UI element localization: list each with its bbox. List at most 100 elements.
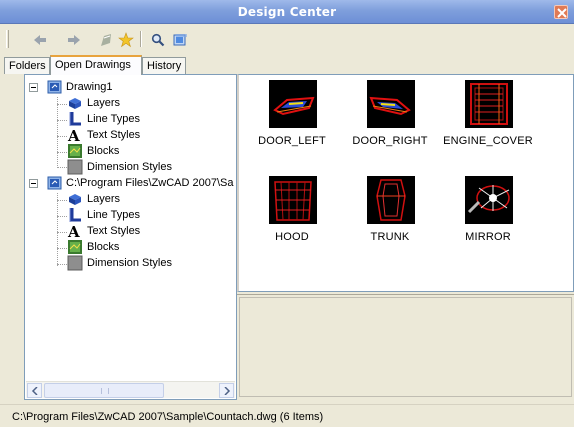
tab-open-drawings[interactable]: Open Drawings — [50, 55, 142, 75]
status-bar: C:\Program Files\ZwCAD 2007\Sample\Count… — [0, 404, 574, 427]
tree-connector — [57, 152, 67, 153]
drawing-file-icon — [47, 175, 63, 191]
tree-connector — [57, 97, 58, 166]
back-arrow-icon — [34, 35, 46, 45]
tree-item-label: Line Types — [87, 113, 141, 125]
design-center-window: Design Center Folders Open Drawings Hist… — [0, 0, 574, 427]
block-label: ENGINE_COVER — [443, 135, 533, 147]
block-thumbnail — [465, 80, 513, 128]
tree-item-label: Line Types — [87, 209, 141, 221]
block-item-mirror[interactable]: MIRROR — [435, 171, 535, 251]
tab-label: Open Drawings — [55, 59, 131, 71]
tree-connector — [57, 167, 67, 168]
content-area: DOOR_LEFT DOOR_RIGHT ENGINE_COVER HOOD T… — [237, 74, 574, 292]
layers-icon — [67, 191, 83, 207]
forward-arrow-icon — [68, 35, 80, 45]
toolbar-separator — [140, 31, 142, 47]
tree-item-label: Layers — [87, 193, 121, 205]
svg-text:A: A — [67, 223, 80, 239]
tree-connector — [57, 232, 67, 233]
tree-connector — [57, 216, 67, 217]
close-icon — [557, 8, 567, 18]
block-item-door-left[interactable]: DOOR_LEFT — [239, 75, 339, 155]
scroll-left-button[interactable] — [27, 383, 42, 398]
tab-label: History — [147, 60, 182, 72]
block-label: HOOD — [275, 231, 309, 243]
tree-item-text-styles[interactable]: A Text Styles — [67, 223, 235, 241]
block-label: MIRROR — [465, 231, 511, 243]
tree-item-label: Text Styles — [87, 129, 141, 141]
block-thumbnail — [367, 176, 415, 224]
block-item-engine-cover[interactable]: ENGINE_COVER — [435, 75, 535, 155]
tree-node-label: C:\Program Files\ZwCAD 2007\Sa — [66, 177, 234, 189]
tab-label: Folders — [9, 60, 46, 72]
tree-node-label: Drawing1 — [66, 81, 113, 93]
tree-item-dimension-styles[interactable]: Dimension Styles — [67, 159, 235, 175]
tree-item-text-styles[interactable]: A Text Styles — [67, 127, 235, 145]
tree-item-label: Dimension Styles — [87, 161, 172, 173]
scroll-right-button[interactable] — [219, 383, 234, 398]
tree-item-dimension-styles[interactable]: Dimension Styles — [67, 255, 235, 271]
tree-item-blocks[interactable]: Blocks — [67, 239, 235, 255]
drawing-file-icon — [47, 79, 63, 95]
back-button[interactable] — [30, 30, 50, 50]
line-types-icon — [67, 111, 83, 127]
tree-connector — [57, 264, 67, 265]
block-thumbnail — [367, 80, 415, 128]
favorites-icon — [118, 32, 134, 48]
block-label: DOOR_LEFT — [258, 135, 326, 147]
svg-text:A: A — [67, 127, 80, 143]
favorites-button[interactable] — [116, 30, 136, 50]
search-button[interactable] — [148, 30, 168, 50]
chevron-right-icon — [224, 387, 231, 395]
tab-history[interactable]: History — [142, 57, 186, 74]
blocks-icon — [67, 239, 83, 255]
tree-connector — [57, 248, 67, 249]
tree-item-line-types[interactable]: Line Types — [67, 111, 235, 127]
block-label: TRUNK — [370, 231, 410, 243]
tree-item-label: Blocks — [87, 145, 120, 157]
tree-node-drawing1[interactable]: Drawing1 — [45, 79, 235, 95]
forward-button[interactable] — [64, 30, 84, 50]
toolbar-grip[interactable] — [6, 30, 9, 48]
tree-item-line-types[interactable]: Line Types — [67, 207, 235, 223]
toolbar — [0, 25, 574, 53]
tree-item-layers[interactable]: Layers — [67, 191, 235, 207]
block-item-trunk[interactable]: TRUNK — [337, 171, 437, 251]
tree-connector — [57, 200, 67, 201]
horizontal-scrollbar[interactable] — [26, 381, 235, 398]
line-types-icon — [67, 207, 83, 223]
block-item-door-right[interactable]: DOOR_RIGHT — [337, 75, 437, 155]
preview-frame — [239, 297, 572, 397]
tree-item-layers[interactable]: Layers — [67, 95, 235, 111]
title-bar[interactable]: Design Center — [0, 0, 574, 24]
tree-toggle-button[interactable] — [170, 30, 190, 50]
block-thumbnail — [269, 176, 317, 224]
tree-toggle-icon — [173, 34, 187, 46]
dimension-styles-icon — [67, 159, 83, 175]
search-icon — [151, 33, 165, 47]
tree-connector — [57, 136, 67, 137]
tree-item-label: Dimension Styles — [87, 257, 172, 269]
block-label: DOOR_RIGHT — [352, 135, 428, 147]
text-style-icon: A — [67, 127, 83, 145]
text-style-icon: A — [67, 223, 83, 241]
close-button[interactable] — [554, 5, 568, 19]
window-title: Design Center — [237, 5, 337, 19]
tree-item-label: Text Styles — [87, 225, 141, 237]
tab-folders[interactable]: Folders — [4, 57, 50, 74]
tree-item-blocks[interactable]: Blocks — [67, 143, 235, 159]
chevron-left-icon — [31, 387, 38, 395]
tree-item-label: Blocks — [87, 241, 120, 253]
block-thumbnail — [465, 176, 513, 224]
tree-node-countach[interactable]: C:\Program Files\ZwCAD 2007\Sa — [45, 175, 235, 191]
tree-connector — [57, 120, 67, 121]
up-button[interactable] — [96, 30, 116, 50]
block-item-hood[interactable]: HOOD — [239, 171, 339, 251]
tree-connector — [57, 104, 67, 105]
collapse-toggle-drawing1[interactable] — [29, 83, 38, 92]
tree-item-label: Layers — [87, 97, 121, 109]
up-folder-icon — [101, 34, 111, 46]
scrollbar-thumb[interactable] — [44, 383, 164, 398]
collapse-toggle-drawing2[interactable] — [29, 179, 38, 188]
